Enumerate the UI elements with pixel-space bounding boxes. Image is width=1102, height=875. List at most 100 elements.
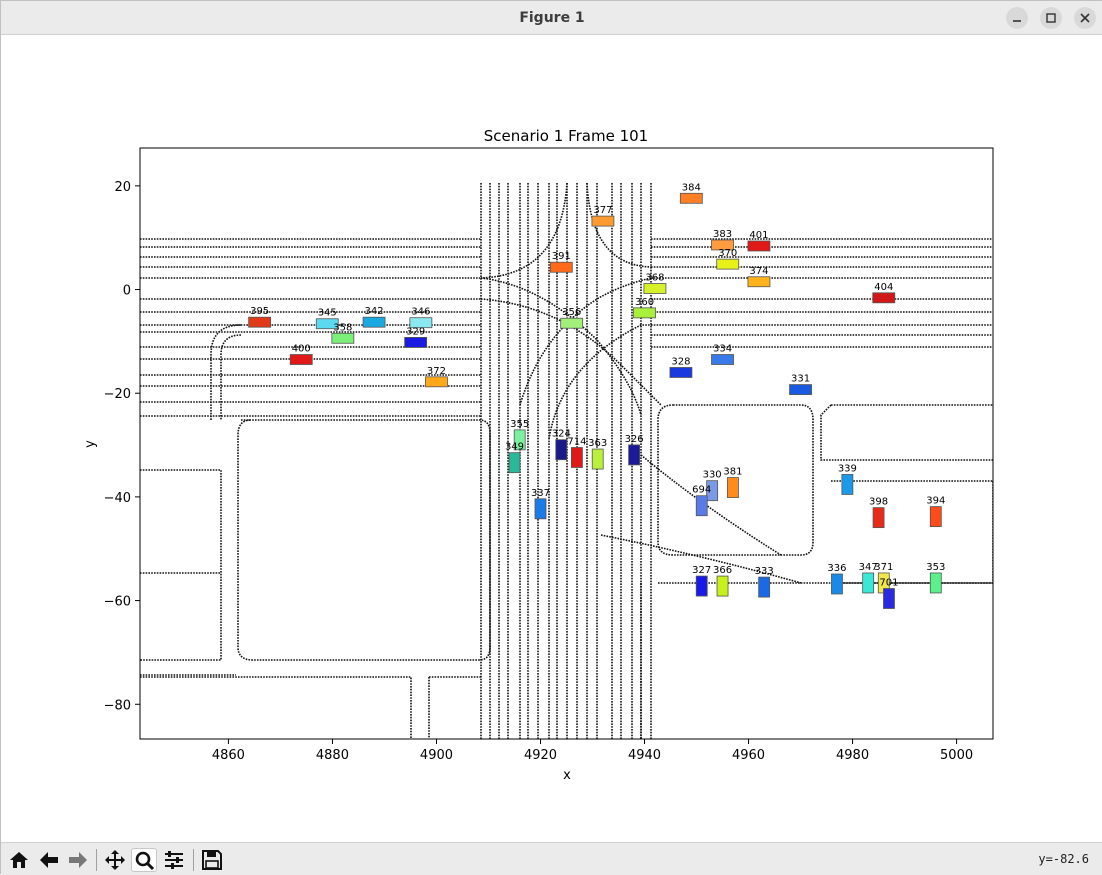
agent-box: [727, 477, 739, 498]
agent-vehicle: 327: [692, 565, 711, 597]
agent-box: [248, 316, 272, 328]
agent-box: [289, 354, 313, 365]
coordinate-readout: y=-82.6: [1038, 852, 1089, 866]
x-tick-label: 4900: [420, 748, 453, 763]
agent-id-label: 391: [552, 251, 571, 262]
agent-id-label: 372: [427, 366, 446, 377]
agent-vehicle: 336: [827, 563, 847, 595]
agent-vehicle: 360: [633, 297, 656, 319]
agent-id-label: 339: [838, 463, 857, 474]
save-button[interactable]: [199, 848, 225, 872]
agent-id-label: 334: [713, 344, 732, 355]
home-button[interactable]: [6, 848, 32, 872]
y-tick-label: 0: [123, 284, 131, 299]
agent-id-label: 363: [588, 438, 607, 449]
minimize-button[interactable]: [1006, 7, 1028, 29]
agent-vehicle: 394: [926, 496, 945, 527]
configure-subplots-button[interactable]: [161, 848, 187, 872]
agent-id-label: 356: [562, 307, 581, 318]
agent-vehicle: 404: [872, 282, 896, 304]
agent-vehicle: 342: [362, 306, 386, 328]
agent-box: [425, 376, 448, 388]
agent-id-label: 330: [703, 470, 722, 481]
close-button[interactable]: [1074, 7, 1096, 29]
agent-id-label: 345: [318, 308, 337, 319]
agent-vehicle: 363: [588, 438, 607, 470]
agent-id-label: 331: [791, 374, 810, 385]
maximize-icon: [1046, 13, 1056, 23]
agent-id-label: 694: [692, 485, 711, 496]
agent-vehicle: 391: [549, 251, 573, 273]
maximize-button[interactable]: [1040, 7, 1062, 29]
lane-line: [237, 419, 491, 661]
lane-line: [480, 277, 642, 416]
x-tick-label: 4980: [836, 748, 869, 763]
agent-box: [711, 354, 734, 365]
back-button[interactable]: [36, 848, 62, 872]
agent-box: [555, 439, 568, 461]
lane-line: [140, 469, 481, 739]
back-arrow-icon: [40, 852, 58, 868]
lane-line: [210, 324, 242, 420]
agent-box: [571, 447, 583, 468]
agent-vehicle: 358: [331, 322, 355, 344]
agent-box: [643, 283, 667, 294]
plot-svg: Scenario 1 Frame 101 384 377 383 401 370 391 3…: [83, 127, 994, 783]
agent-id-label: 333: [755, 566, 774, 577]
agent-vehicle: 377: [591, 205, 615, 227]
agent-id-label: 328: [671, 356, 690, 367]
agent-vehicle: 398: [869, 497, 888, 529]
agent-id-label: 383: [713, 229, 732, 240]
agent-id-label: 366: [713, 565, 732, 576]
agent-id-label: 370: [718, 248, 737, 259]
agent-box: [862, 572, 875, 594]
y-tick-label: −80: [104, 698, 131, 713]
agent-id-label: 395: [250, 306, 269, 317]
agent-box: [929, 506, 942, 527]
x-tick-label: 4880: [316, 748, 349, 763]
y-tick-label: −20: [104, 387, 131, 402]
agent-vehicle: 328: [669, 356, 693, 378]
toolbar-separator: [193, 849, 194, 871]
agent-vehicle: 383: [711, 229, 734, 251]
agent-id-label: 360: [635, 297, 654, 308]
save-icon: [202, 850, 222, 870]
zoom-button[interactable]: [131, 848, 157, 872]
y-axis-label: y: [83, 440, 98, 448]
y-tick-label: −40: [104, 491, 131, 506]
agent-box: [716, 258, 740, 270]
zoom-icon: [135, 851, 155, 871]
y-tick-label: 20: [114, 180, 131, 195]
minimize-icon: [1013, 20, 1021, 22]
pan-icon: [105, 850, 125, 870]
agent-vehicle: 353: [926, 562, 945, 594]
forward-button[interactable]: [65, 848, 91, 872]
agent-vehicle: 366: [713, 565, 732, 597]
agent-vehicle: 370: [716, 248, 740, 270]
figure-canvas[interactable]: Scenario 1 Frame 101 384 377 383 401 370 391 3…: [1, 35, 1102, 842]
x-axis-label: x: [563, 768, 571, 783]
chart-title: Scenario 1 Frame 101: [484, 127, 648, 145]
agent-vehicle: 334: [711, 344, 734, 365]
agent-box: [508, 452, 521, 474]
agent-vehicle: 372: [425, 366, 448, 388]
agent-vehicle: 395: [248, 306, 272, 328]
pan-button[interactable]: [102, 848, 128, 872]
agent-box: [679, 192, 703, 204]
x-tick-label: 5000: [940, 748, 973, 763]
agent-box: [929, 572, 942, 594]
agent-box: [831, 573, 843, 595]
agent-box: [560, 317, 584, 329]
agent-id-label: 400: [292, 344, 311, 355]
agent-vehicle: 384: [679, 182, 703, 204]
lane-line: [640, 582, 993, 739]
agent-box: [549, 261, 573, 273]
agent-id-label: 401: [749, 230, 768, 241]
agent-box: [789, 384, 812, 395]
agent-box: [591, 448, 604, 470]
agent-vehicle: 374: [747, 266, 771, 288]
agent-box: [404, 337, 428, 348]
figure-window: Figure 1 Scenario 1 Frame 101 384 377 383 4…: [0, 0, 1102, 875]
lane-line: [548, 324, 651, 440]
agent-vehicle: 368: [643, 272, 667, 294]
